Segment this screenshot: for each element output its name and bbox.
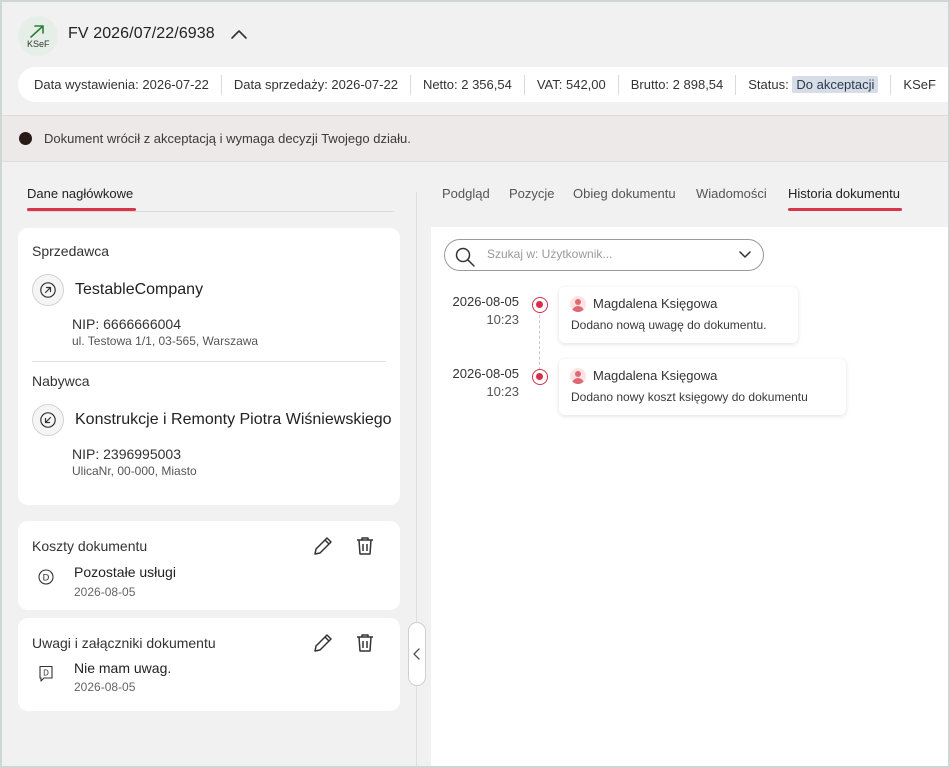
- tab-preview[interactable]: Podgląd: [442, 186, 490, 201]
- notes-title: Uwagi i załączniki dokumentu: [32, 635, 216, 651]
- document-summary-bar: Data wystawienia: 2026-07-22 Data sprzed…: [18, 67, 950, 102]
- status-label: Status:: [748, 76, 789, 92]
- issue-date: Data wystawienia: 2026-07-22: [34, 76, 209, 92]
- document-header: KSeF FV 2026/07/22/6938 Data wystawienia…: [0, 0, 950, 115]
- history-user: Magdalena Księgowa: [593, 296, 718, 311]
- sale-date: Data sprzedaży: 2026-07-22: [220, 74, 410, 95]
- status: Status: Do akceptacji: [735, 74, 890, 95]
- search-placeholder: Szukaj w: Użytkownik...: [487, 247, 613, 261]
- user-icon: [570, 368, 586, 384]
- collapse-header-button[interactable]: [229, 26, 249, 42]
- edit-notes-button[interactable]: [311, 631, 335, 655]
- history-entry: Magdalena Księgowa Dodano nową uwagę do …: [559, 287, 798, 343]
- history-message: Dodano nowy koszt księgowy do dokumentu: [571, 390, 808, 404]
- user-icon: [570, 296, 586, 312]
- cost-item-date: 2026-08-05: [74, 585, 136, 599]
- arrow-up-right-icon: [40, 282, 56, 298]
- vat-amount: VAT: 542,00: [523, 74, 618, 95]
- seller-name: TestableCompany: [75, 281, 204, 298]
- netto-amount: Netto: 2 356,54: [409, 74, 524, 95]
- timeline-line: [539, 315, 540, 370]
- alert-dot-icon: [19, 132, 32, 145]
- pencil-icon: [314, 634, 332, 652]
- history-time: 10:23: [486, 312, 519, 327]
- notes-card: Uwagi i załączniki dokumentu D Nie mam u…: [18, 618, 400, 711]
- pencil-icon: [314, 537, 332, 555]
- tab-positions[interactable]: Pozycje: [509, 186, 555, 201]
- seller-label: Sprzedawca: [32, 243, 110, 259]
- arrow-up-right-icon: [30, 25, 44, 38]
- buyer-label: Nabywca: [32, 373, 90, 389]
- divider: [27, 211, 394, 212]
- note-item-date: 2026-08-05: [74, 680, 136, 694]
- status-badge: Do akceptacji: [792, 75, 879, 93]
- buyer-name: Konstrukcje i Remonty Piotra Wiśniewskie…: [75, 411, 392, 428]
- chevron-down-icon[interactable]: [738, 250, 752, 260]
- buyer-nip: NIP: 2396995003: [72, 446, 181, 462]
- seller-nip: NIP: 6666666004: [72, 316, 181, 332]
- history-date: 2026-08-05: [452, 366, 520, 381]
- svg-text:D: D: [43, 574, 50, 584]
- delete-notes-button[interactable]: [353, 631, 377, 655]
- costs-title: Koszty dokumentu: [32, 538, 148, 554]
- buyer-icon: [32, 404, 64, 436]
- ksef-logo-text: KSeF: [27, 39, 50, 49]
- tab-header-data[interactable]: Dane nagłówkowe: [27, 186, 133, 201]
- page-title: FV 2026/07/22/6938: [68, 25, 215, 42]
- tab-messages[interactable]: Wiadomości: [696, 186, 767, 201]
- parties-card: Sprzedawca TestableCompany NIP: 66666660…: [18, 228, 400, 505]
- trash-icon: [357, 634, 373, 652]
- chevron-up-icon: [231, 30, 247, 39]
- collapse-panel-button[interactable]: [408, 622, 426, 686]
- seller-icon: [32, 274, 64, 306]
- svg-text:D: D: [43, 669, 49, 678]
- costs-card: Koszty dokumentu D Pozostałe usługi 2026…: [18, 521, 400, 610]
- ksef-status: KSeF: [890, 74, 948, 95]
- history-user: Magdalena Księgowa: [593, 368, 718, 383]
- delete-costs-button[interactable]: [353, 534, 377, 558]
- seller-address: ul. Testowa 1/1, 03-565, Warszawa: [72, 334, 259, 348]
- alert-banner: Dokument wrócił z akceptacją i wymaga de…: [0, 115, 950, 162]
- alert-text: Dokument wrócił z akceptacją i wymaga de…: [44, 131, 411, 146]
- history-entry: Magdalena Księgowa Dodano nowy koszt ksi…: [559, 359, 846, 415]
- chevron-left-icon: [413, 648, 420, 660]
- note-icon: D: [38, 665, 54, 682]
- arrow-down-left-icon: [40, 412, 56, 428]
- timeline-dot-icon: [532, 369, 548, 385]
- history-date: 2026-08-05: [452, 294, 520, 309]
- history-time: 10:23: [486, 384, 519, 399]
- document-d-icon: D: [38, 569, 54, 585]
- tab-workflow[interactable]: Obieg dokumentu: [573, 186, 676, 201]
- active-tab-indicator: [788, 208, 902, 211]
- note-item-title: Nie mam uwag.: [74, 660, 172, 676]
- cost-item-title: Pozostałe usługi: [74, 564, 176, 580]
- divider: [32, 361, 386, 362]
- tab-history[interactable]: Historia dokumentu: [788, 186, 900, 201]
- trash-icon: [357, 537, 373, 555]
- buyer-address: UlicaNr, 00-000, Miasto: [72, 464, 197, 478]
- search-input[interactable]: Szukaj w: Użytkownik...: [444, 239, 764, 271]
- history-message: Dodano nową uwagę do dokumentu.: [571, 318, 767, 332]
- ksef-logo: KSeF: [18, 16, 58, 56]
- search-icon: [455, 247, 475, 267]
- timeline-dot-icon: [532, 297, 548, 313]
- brutto-amount: Brutto: 2 898,54: [617, 74, 736, 95]
- edit-costs-button[interactable]: [311, 534, 335, 558]
